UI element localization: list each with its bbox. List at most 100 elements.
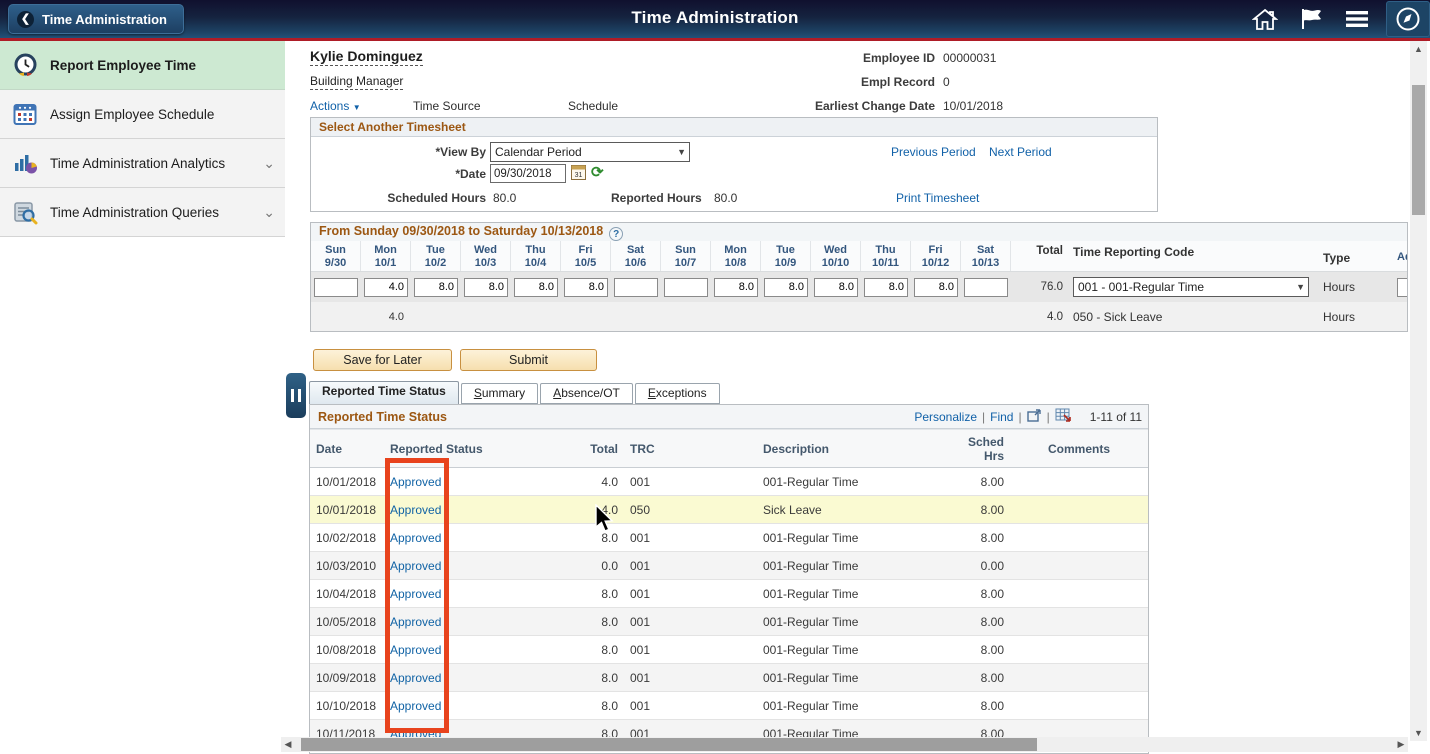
view-all-popup-icon[interactable]: [1027, 409, 1042, 425]
row-range-text: 1-11 of 11: [1090, 410, 1142, 424]
day-column-header: Fri10/12: [911, 241, 961, 271]
menu-icon[interactable]: [1340, 2, 1374, 36]
trc-cell: 001: [624, 580, 757, 608]
scroll-up-arrow[interactable]: ▲: [1410, 41, 1427, 57]
sidebar-item-assign-employee-schedule[interactable]: Assign Employee Schedule: [0, 90, 285, 139]
panel-title: Select Another Timesheet: [311, 118, 1157, 137]
description-cell: 001-Regular Time: [757, 636, 952, 664]
flag-icon[interactable]: [1294, 2, 1328, 36]
tab-summary[interactable]: Summary: [461, 383, 538, 404]
approved-status-link[interactable]: Approved: [390, 475, 441, 489]
view-by-select[interactable]: Calendar Period▼: [490, 142, 690, 162]
hours-input[interactable]: [864, 278, 908, 297]
header-nav-icons: [1248, 0, 1430, 38]
approved-status-link[interactable]: Approved: [390, 615, 441, 629]
approved-status-link[interactable]: Approved: [390, 503, 441, 517]
save-for-later-button[interactable]: Save for Later: [313, 349, 452, 371]
total-cell: 8.0: [547, 664, 624, 692]
hours-input[interactable]: [364, 278, 408, 297]
sidebar-item-report-employee-time[interactable]: Report Employee Time: [0, 41, 285, 90]
vertical-scroll-thumb[interactable]: [1412, 85, 1425, 215]
horizontal-scroll-thumb[interactable]: [301, 738, 1037, 751]
approved-status-link[interactable]: Approved: [390, 531, 441, 545]
navbar-compass-icon[interactable]: [1386, 1, 1430, 37]
calendar-prompt-icon[interactable]: 31: [571, 164, 586, 186]
sidebar-item-label: Time Administration Analytics: [50, 156, 225, 171]
comments-cell: [1010, 496, 1148, 524]
timesheet-period-title: From Sunday 09/30/2018 to Saturday 10/13…: [311, 223, 1407, 241]
refresh-icon[interactable]: ⟳: [591, 163, 604, 181]
personalize-link[interactable]: Personalize: [914, 410, 977, 424]
trc-cell: 050: [624, 496, 757, 524]
day-column-header: Sun10/7: [661, 241, 711, 271]
employee-jobtitle-link[interactable]: Building Manager: [310, 74, 403, 90]
approved-status-link[interactable]: Approved: [390, 699, 441, 713]
approved-status-link[interactable]: Approved: [390, 587, 441, 601]
scheduled-hours-label: Scheduled Hours: [311, 191, 486, 205]
hours-input[interactable]: [664, 278, 708, 297]
scroll-left-arrow[interactable]: ◀: [281, 739, 295, 750]
reported-status-cell: Approved: [384, 552, 547, 580]
description-cell: Sick Leave: [757, 496, 952, 524]
chevron-down-icon: ⌄: [263, 155, 275, 172]
horizontal-scrollbar[interactable]: ◀ ▶: [281, 737, 1408, 752]
sidebar-item-time-administration-analytics[interactable]: Time Administration Analytics ⌄: [0, 139, 285, 188]
hours-input[interactable]: [564, 278, 608, 297]
hours-input[interactable]: [614, 278, 658, 297]
approved-status-link[interactable]: Approved: [390, 643, 441, 657]
timesheet-grid: From Sunday 09/30/2018 to Saturday 10/13…: [310, 222, 1408, 332]
tab-reported-time-status[interactable]: Reported Time Status: [309, 381, 459, 404]
date-cell: 10/03/2010: [310, 552, 384, 580]
next-period-link[interactable]: Next Period: [989, 145, 1052, 159]
sched-hrs-cell: 8.00: [952, 468, 1010, 496]
approved-status-link[interactable]: Approved: [390, 671, 441, 685]
hours-input[interactable]: [964, 278, 1008, 297]
date-input[interactable]: [490, 164, 566, 183]
previous-period-link[interactable]: Previous Period: [891, 145, 976, 159]
scroll-right-arrow[interactable]: ▶: [1394, 739, 1408, 750]
sidebar-item-time-administration-queries[interactable]: Time Administration Queries⌄: [0, 188, 285, 237]
sidebar-collapse-handle[interactable]: [286, 373, 306, 418]
hours-input[interactable]: [914, 278, 958, 297]
reported-status-cell: Approved: [384, 580, 547, 608]
home-icon[interactable]: [1248, 2, 1282, 36]
add-input[interactable]: [1397, 278, 1408, 297]
day-column-header: Thu10/4: [511, 241, 561, 271]
actions-menu[interactable]: Actions ▼: [310, 99, 361, 113]
back-button[interactable]: ❮ Time Administration: [8, 4, 184, 34]
date-cell: 10/05/2018: [310, 608, 384, 636]
hours-input[interactable]: [814, 278, 858, 297]
hours-input[interactable]: [314, 278, 358, 297]
row-total-value: 76.0: [1011, 281, 1067, 293]
grid-header-row: Sun9/30Mon10/1Tue10/2Wed10/3Thu10/4Fri10…: [311, 241, 1407, 272]
sidebar-item-label: Report Employee Time: [50, 58, 196, 73]
hours-input[interactable]: [464, 278, 508, 297]
hours-input[interactable]: [414, 278, 458, 297]
hours-input[interactable]: [764, 278, 808, 297]
tab-absence-ot[interactable]: Absence/OT: [540, 383, 633, 404]
comments-cell: [1010, 580, 1148, 608]
table-row: 10/02/2018Approved8.0001001-Regular Time…: [310, 524, 1148, 552]
download-to-excel-icon[interactable]: [1055, 408, 1071, 425]
comments-cell: [1010, 552, 1148, 580]
sidebar-item-label: Time Administration Queries: [50, 205, 219, 220]
trc-select[interactable]: 001 - 001-Regular Time▼: [1073, 277, 1309, 297]
trc-cell: 001: [624, 552, 757, 580]
hours-input[interactable]: [514, 278, 558, 297]
scroll-down-arrow[interactable]: ▼: [1410, 725, 1427, 741]
vertical-scrollbar[interactable]: ▲ ▼: [1410, 41, 1427, 741]
employee-name-link[interactable]: Kylie Dominguez: [310, 48, 423, 66]
approved-status-link[interactable]: Approved: [390, 559, 441, 573]
hours-input[interactable]: [714, 278, 758, 297]
help-icon[interactable]: ?: [609, 227, 623, 241]
column-header-reported-status: Reported Status: [384, 430, 547, 468]
sidebar: Report Employee Time Assign Employee Sche…: [0, 41, 285, 754]
find-link[interactable]: Find: [990, 410, 1013, 424]
print-timesheet-link[interactable]: Print Timesheet: [896, 191, 979, 205]
type-value: Hours: [1317, 280, 1397, 294]
clock-icon: [12, 52, 38, 78]
date-label: *Date: [311, 167, 486, 181]
description-cell: 001-Regular Time: [757, 608, 952, 636]
submit-button[interactable]: Submit: [460, 349, 597, 371]
tab-exceptions[interactable]: Exceptions: [635, 383, 720, 404]
